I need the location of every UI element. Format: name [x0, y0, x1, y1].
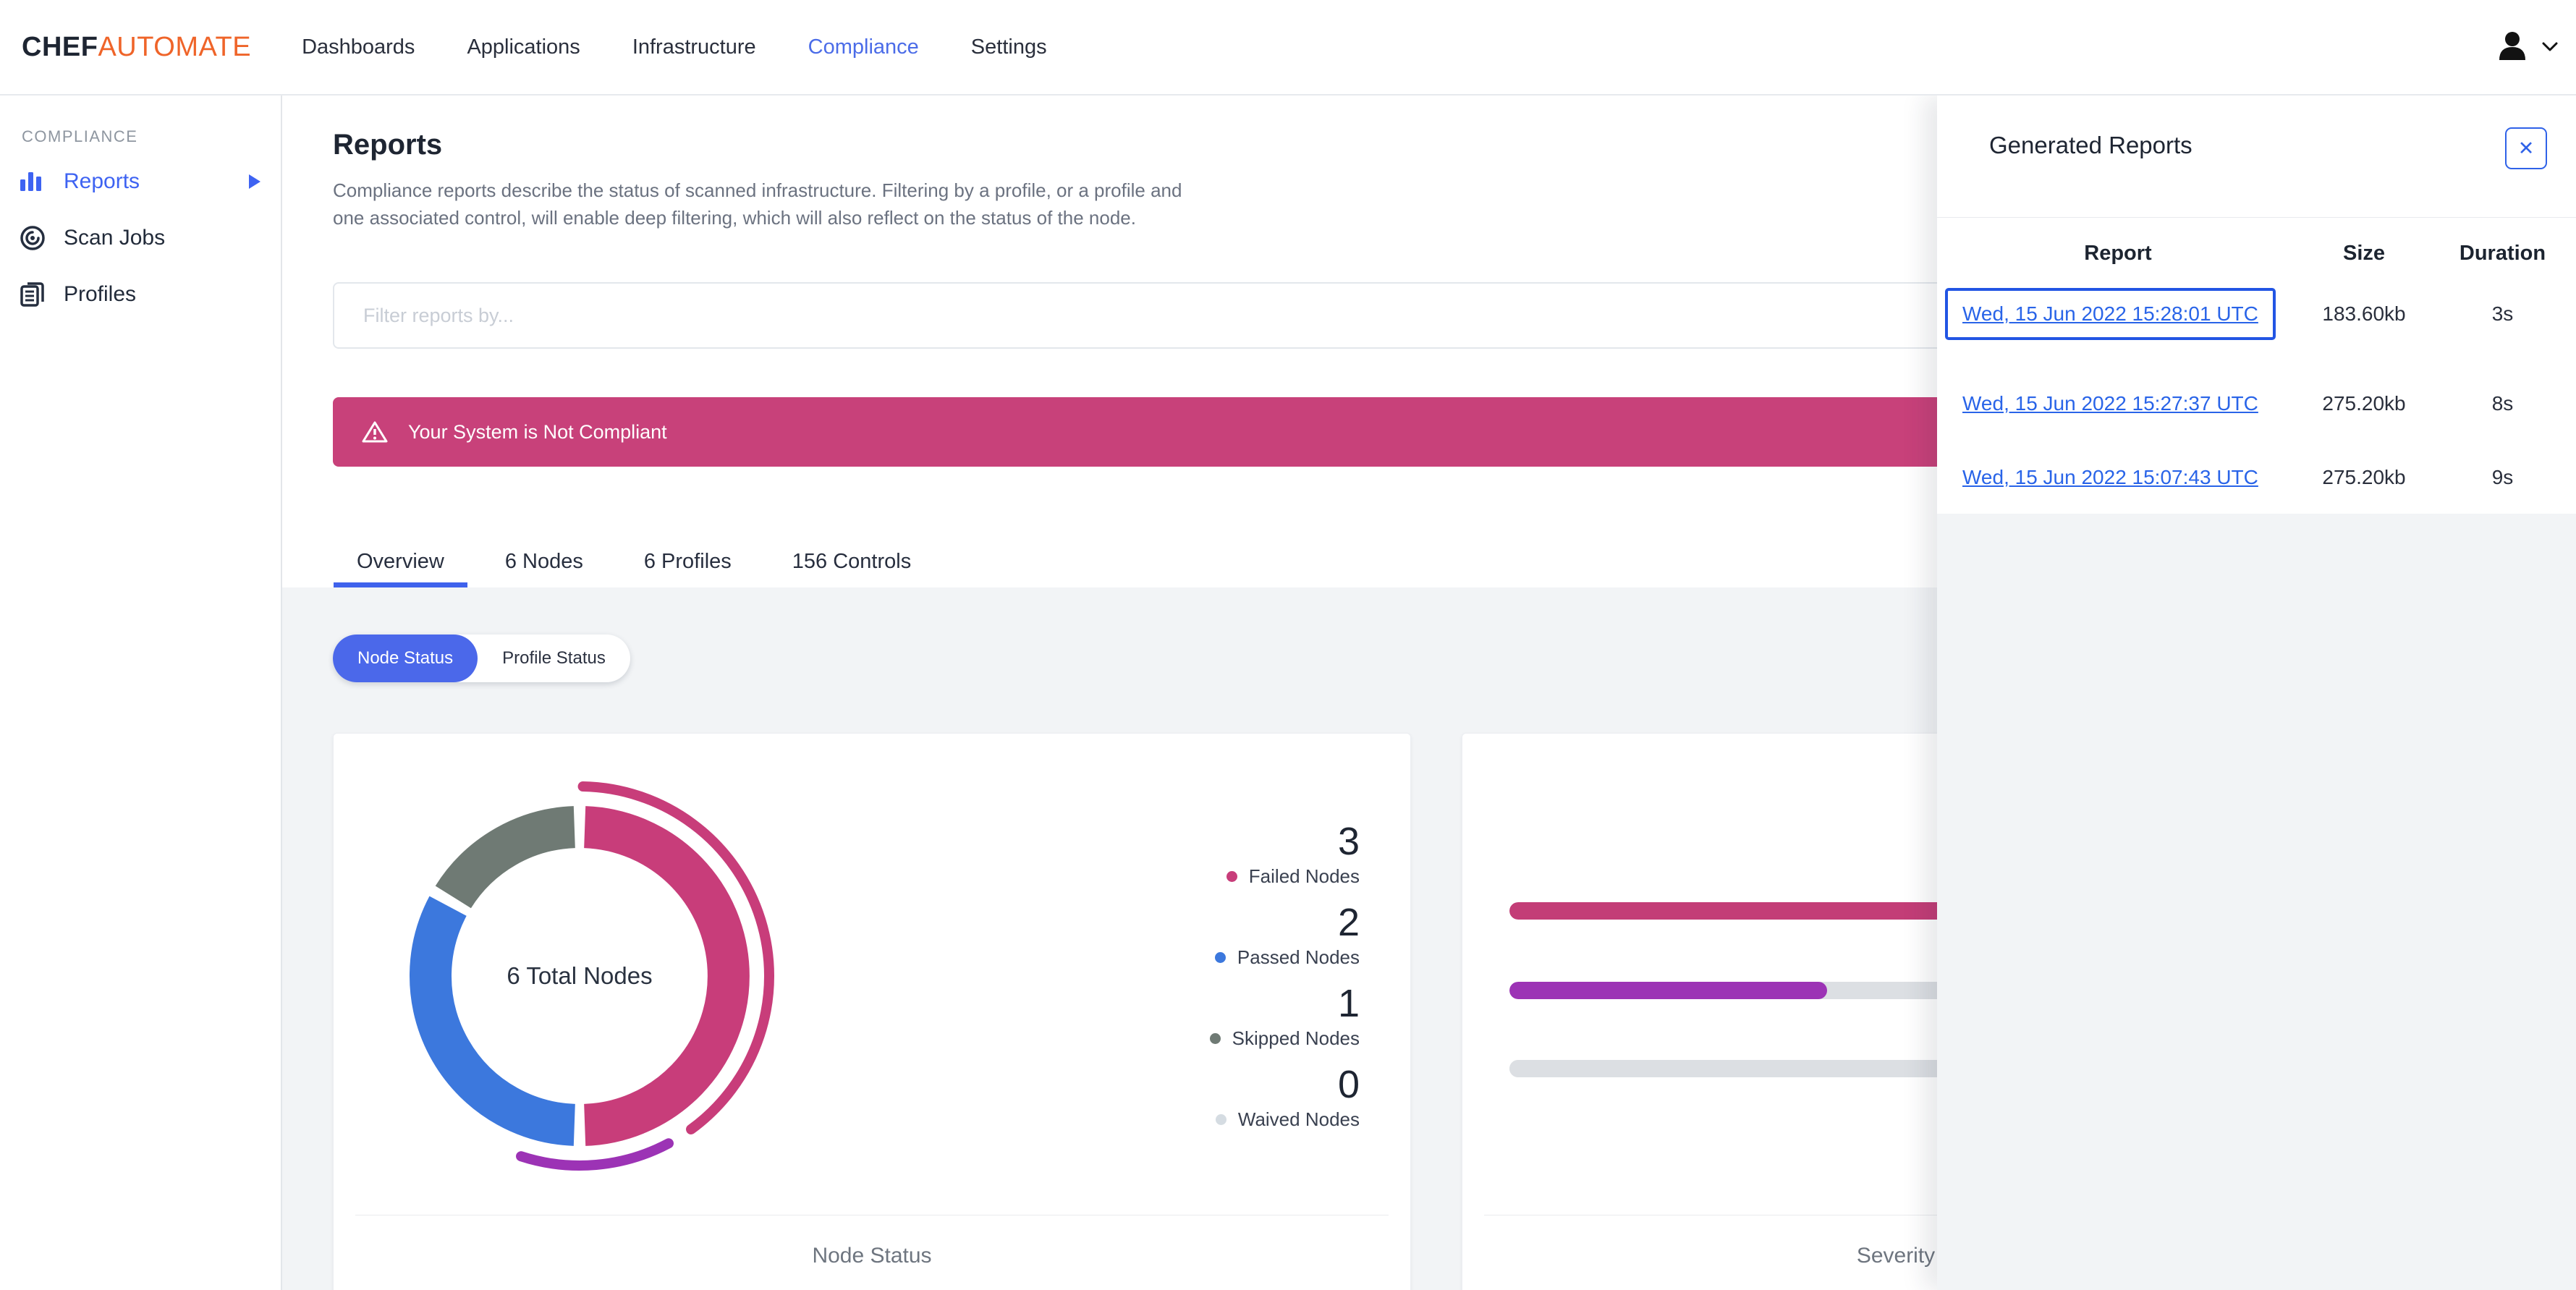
radar-icon — [19, 224, 48, 252]
report-size: 183.60kb — [2322, 302, 2406, 325]
page-description: Compliance reports describe the status o… — [333, 177, 1182, 232]
report-link[interactable]: Wed, 15 Jun 2022 15:07:43 UTC — [1962, 466, 2258, 488]
waived-dot-icon — [1215, 1114, 1226, 1125]
column-size: Size — [2342, 241, 2386, 265]
nav-item-infrastructure[interactable]: Infrastructure — [632, 35, 756, 59]
report-tabs: Overview 6 Nodes 6 Profiles 156 Controls — [334, 535, 949, 587]
tab-profiles[interactable]: 6 Profiles — [621, 535, 755, 587]
node-status-caption: Node Status — [812, 1244, 932, 1268]
waived-label: Waived Nodes — [1237, 1108, 1360, 1130]
sidebar-item-label: Reports — [64, 169, 140, 193]
skipped-label: Skipped Nodes — [1232, 1027, 1360, 1049]
profile-status-toggle[interactable]: Profile Status — [478, 635, 630, 682]
column-duration: Duration — [2459, 241, 2546, 265]
page-description-line1: Compliance reports describe the status o… — [333, 179, 1182, 201]
sidebar-section-label: COMPLIANCE — [22, 127, 138, 145]
report-duration: 9s — [2491, 466, 2514, 488]
sidebar-item-reports[interactable]: Reports — [0, 153, 281, 210]
skipped-count: 1 — [1337, 982, 1360, 1025]
report-size: 275.20kb — [2322, 392, 2406, 415]
focused-report-link-box: Wed, 15 Jun 2022 15:28:01 UTC — [1945, 288, 2276, 340]
sidebar-item-label: Scan Jobs — [64, 226, 166, 250]
user-avatar-icon — [2494, 28, 2531, 66]
tab-overview[interactable]: Overview — [334, 535, 467, 587]
report-duration: 3s — [2491, 302, 2514, 325]
report-size: 275.20kb — [2322, 466, 2406, 488]
nav-item-applications[interactable]: Applications — [467, 35, 580, 59]
compliance-sidebar: COMPLIANCE Reports Scan Jobs Profiles — [0, 96, 282, 1290]
page-title: Reports — [333, 129, 443, 161]
node-status-toggle[interactable]: Node Status — [333, 635, 478, 682]
chef-automate-logo[interactable]: CHEFAUTOMATE — [22, 32, 251, 63]
status-toggle: Node Status Profile Status — [333, 635, 630, 682]
report-link[interactable]: Wed, 15 Jun 2022 15:27:37 UTC — [1962, 392, 2258, 415]
report-row: Wed, 15 Jun 2022 15:28:01 UTC 183.60kb 3… — [1937, 285, 2576, 343]
legend-passed-nodes: 2 Passed Nodes — [1214, 901, 1360, 969]
top-navigation: CHEFAUTOMATE Dashboards Applications Inf… — [0, 0, 2576, 96]
banner-text: Your System is Not Compliant — [408, 420, 667, 443]
node-status-card: 6 Total Nodes 3 Failed Nodes 2 Passed No… — [333, 733, 1411, 1290]
sidebar-item-scan-jobs[interactable]: Scan Jobs — [0, 210, 281, 266]
nav-item-compliance[interactable]: Compliance — [808, 35, 919, 59]
warning-triangle-icon — [362, 420, 388, 444]
report-duration: 8s — [2491, 392, 2514, 415]
skipped-dot-icon — [1209, 1033, 1221, 1044]
failed-dot-icon — [1226, 871, 1237, 882]
legend-failed-nodes: 3 Failed Nodes — [1226, 822, 1360, 888]
report-link[interactable]: Wed, 15 Jun 2022 15:28:01 UTC — [1962, 302, 2258, 325]
logo-chef: CHEF — [22, 31, 98, 62]
logo-automate: AUTOMATE — [98, 31, 252, 62]
drawer-title: Generated Reports — [1989, 132, 2192, 158]
report-row: Wed, 15 Jun 2022 15:27:37 UTC 275.20kb 8… — [1937, 375, 2576, 433]
donut-center-label: 6 Total Nodes — [507, 962, 653, 989]
user-menu[interactable] — [2494, 28, 2559, 66]
nav-item-settings[interactable]: Settings — [971, 35, 1047, 59]
documents-icon — [19, 281, 48, 308]
column-report: Report — [2084, 241, 2152, 265]
sidebar-expand-arrow-icon[interactable] — [249, 174, 260, 189]
drawer-divider — [1937, 217, 2576, 218]
node-status-donut-chart: 6 Total Nodes — [373, 770, 786, 1182]
chevron-down-icon — [2541, 41, 2559, 53]
legend-waived-nodes: 0 Waived Nodes — [1215, 1063, 1360, 1131]
close-drawer-button[interactable]: ✕ — [2505, 127, 2547, 169]
page-description-line2: one associated control, will enable deep… — [333, 207, 1136, 229]
passed-count: 2 — [1337, 901, 1360, 944]
report-row: Wed, 15 Jun 2022 15:07:43 UTC 275.20kb 9… — [1937, 449, 2576, 506]
generated-reports-drawer: Generated Reports ✕ Report Size Duration… — [1937, 96, 2576, 1290]
failed-count: 3 — [1337, 820, 1360, 863]
legend-skipped-nodes: 1 Skipped Nodes — [1209, 982, 1360, 1050]
tab-controls[interactable]: 156 Controls — [769, 535, 934, 587]
sidebar-item-profiles[interactable]: Profiles — [0, 266, 281, 323]
reports-table-header: Report Size Duration — [1937, 237, 2576, 269]
passed-label: Passed Nodes — [1237, 946, 1360, 968]
waived-count: 0 — [1337, 1063, 1360, 1106]
bar-chart-icon — [19, 169, 48, 194]
nav-item-dashboards[interactable]: Dashboards — [302, 35, 415, 59]
failed-label: Failed Nodes — [1248, 865, 1360, 887]
tab-nodes[interactable]: 6 Nodes — [482, 535, 606, 587]
passed-dot-icon — [1214, 952, 1226, 963]
app-root: CHEFAUTOMATE Dashboards Applications Inf… — [0, 0, 2576, 1290]
sidebar-item-label: Profiles — [64, 282, 137, 306]
nav-items: Dashboards Applications Infrastructure C… — [302, 35, 1047, 59]
